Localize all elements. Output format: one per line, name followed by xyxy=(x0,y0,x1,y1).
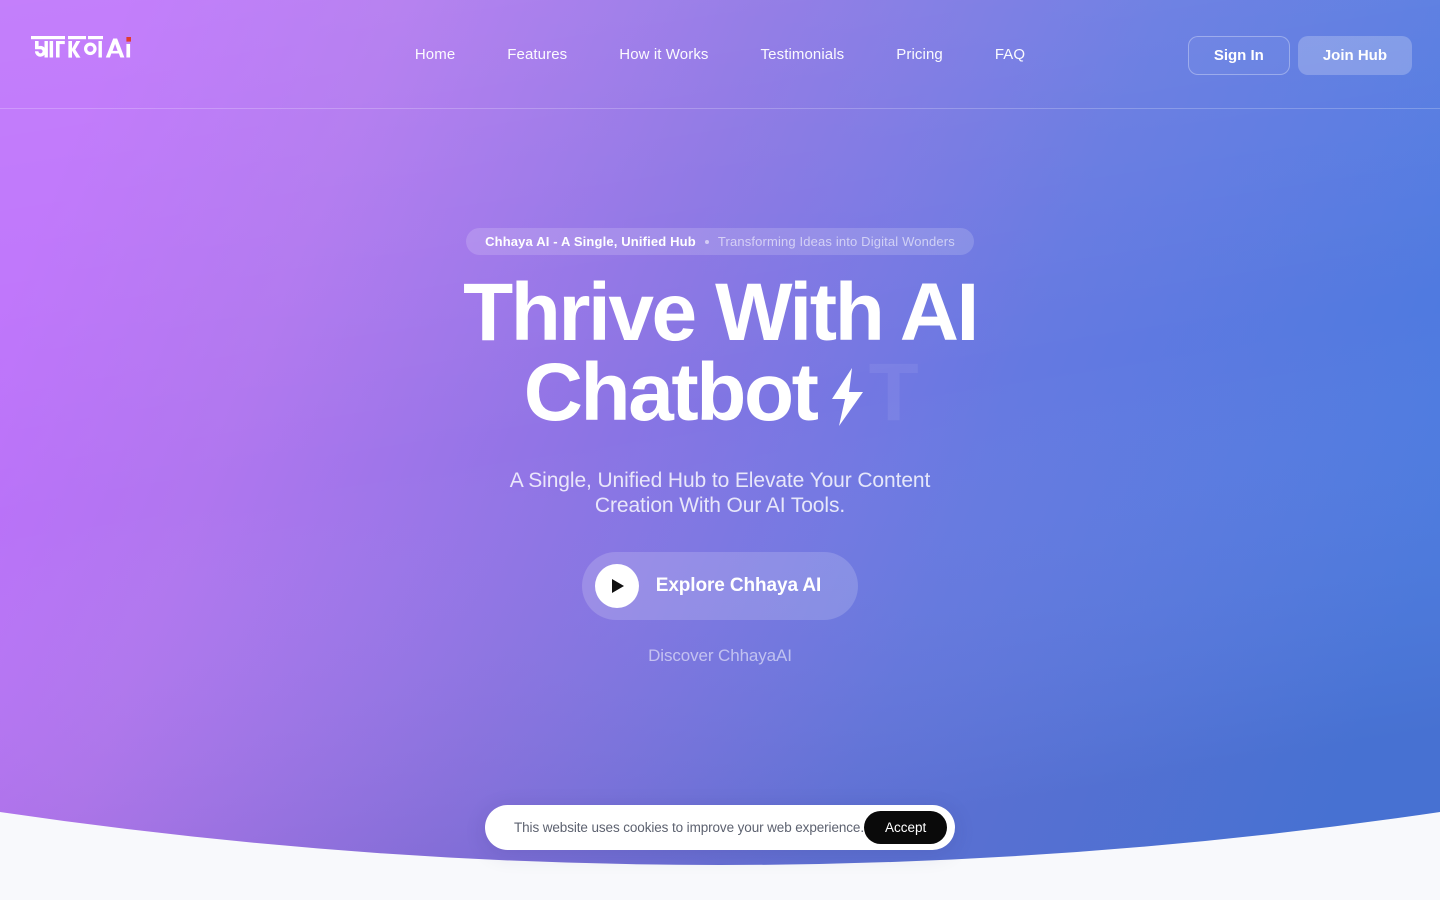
headline-ghost-char: T xyxy=(868,347,919,439)
page-title: Thrive With AI Chatbot T xyxy=(0,272,1440,434)
explore-chhaya-ai-button[interactable]: Explore Chhaya AI xyxy=(581,551,859,620)
site-header: Home Features How it Works Testimonials … xyxy=(0,0,1440,109)
hero-badge-tagline: Transforming Ideas into Digital Wonders xyxy=(717,234,955,249)
explore-chhaya-ai-label: Explore Chhaya AI xyxy=(655,574,822,596)
cookie-banner-message: This website uses cookies to improve you… xyxy=(514,820,864,835)
discover-chhayaai-link[interactable]: Discover ChhayaAI xyxy=(0,646,1440,666)
hero-subtitle: A Single, Unified Hub to Elevate Your Co… xyxy=(485,468,955,519)
badge-separator-dot xyxy=(704,239,709,244)
nav-item-pricing[interactable]: Pricing xyxy=(870,38,969,71)
headline-line-2: Chatbot xyxy=(523,347,819,439)
hero-badge[interactable]: Chhaya AI - A Single, Unified Hub Transf… xyxy=(466,228,974,255)
nav-item-testimonials[interactable]: Testimonials xyxy=(735,38,871,71)
header-actions: Sign In Join Hub xyxy=(1187,36,1412,75)
cookie-banner: This website uses cookies to improve you… xyxy=(485,805,955,850)
join-hub-button[interactable]: Join Hub xyxy=(1297,36,1412,75)
hero-subtitle-line-2: Creation With Our AI Tools. xyxy=(594,494,846,518)
nav-item-features[interactable]: Features xyxy=(481,38,593,71)
headline-line-2-wrap: Chatbot T xyxy=(0,352,1440,434)
sign-in-button[interactable]: Sign In xyxy=(1187,36,1290,75)
hero-section: Chhaya AI - A Single, Unified Hub Transf… xyxy=(0,109,1440,666)
hero-cta-wrap: Explore Chhaya AI xyxy=(0,551,1440,620)
nav-item-how-it-works[interactable]: How it Works xyxy=(593,38,734,71)
nav-item-faq[interactable]: FAQ xyxy=(969,38,1051,71)
cookie-accept-button[interactable]: Accept xyxy=(863,811,948,844)
hero-badge-title: Chhaya AI - A Single, Unified Hub xyxy=(485,234,696,249)
headline-line-1: Thrive With AI xyxy=(463,267,979,358)
nav-item-home[interactable]: Home xyxy=(389,38,481,71)
hero-subtitle-line-1: A Single, Unified Hub to Elevate Your Co… xyxy=(509,468,931,492)
play-icon xyxy=(594,563,639,608)
lightning-bolt-icon xyxy=(825,361,869,427)
